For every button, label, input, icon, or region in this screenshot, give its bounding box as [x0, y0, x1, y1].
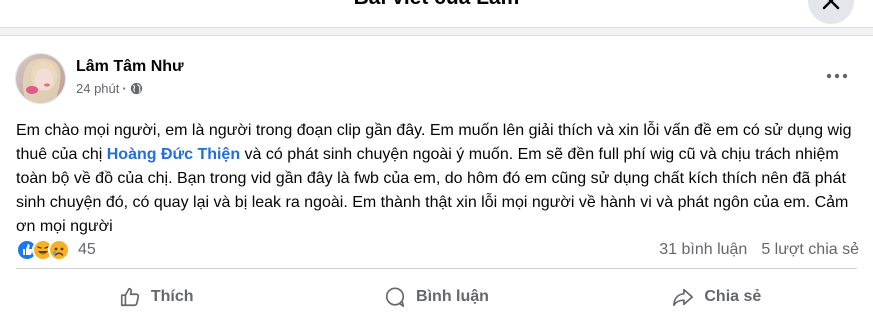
separator-dot: · [122, 81, 127, 96]
sad-icon [48, 239, 70, 261]
post-text: Em chào mọi người, em là người trong đoạ… [16, 119, 861, 239]
reaction-count: 45 [78, 241, 96, 258]
close-button[interactable] [808, 0, 854, 24]
post-card: Lâm Tâm Như 24 phút · Em chào mọi người,… [0, 35, 873, 325]
comment-count[interactable]: 31 bình luận [659, 241, 747, 259]
share-icon [673, 288, 694, 307]
share-count[interactable]: 5 lượt chia sẻ [761, 241, 859, 259]
post-time[interactable]: 24 phút [76, 81, 119, 96]
globe-icon[interactable] [130, 82, 143, 95]
thumbs-up-icon [120, 287, 139, 307]
mention-link[interactable]: Hoàng Đức Thiện [107, 146, 240, 163]
close-icon [822, 0, 840, 10]
share-label: Chia sẻ [704, 288, 762, 305]
author-name[interactable]: Lâm Tâm Như [76, 58, 184, 76]
dialog-header: Bài viết của Lâm [0, 0, 873, 28]
avatar[interactable] [15, 53, 66, 104]
share-button[interactable]: Chia sẻ [577, 274, 857, 320]
comment-icon [385, 287, 405, 307]
more-options-button[interactable] [817, 63, 857, 89]
action-bar: Thích Bình luận Chia sẻ [16, 274, 857, 320]
comment-button[interactable]: Bình luận [296, 274, 576, 320]
reaction-icons [16, 239, 70, 261]
post-meta: 24 phút · [76, 81, 143, 96]
divider [16, 268, 857, 269]
like-button[interactable]: Thích [16, 274, 296, 320]
like-label: Thích [150, 288, 194, 305]
comment-label: Bình luận [416, 288, 489, 305]
more-icon [826, 73, 848, 79]
dialog-title: Bài viết của Lâm [0, 0, 873, 10]
engagement-stats: 31 bình luận 5 lượt chia sẻ [659, 241, 859, 259]
reactions-summary[interactable]: 45 [16, 239, 96, 261]
